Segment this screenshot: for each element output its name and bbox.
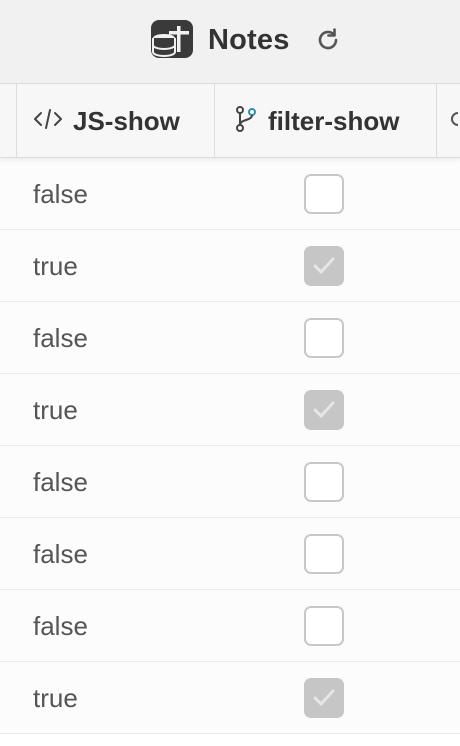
table-row[interactable]: true xyxy=(0,662,460,734)
table-header: JS-show filter-show xyxy=(0,84,460,158)
top-bar: Notes xyxy=(0,0,460,84)
refresh-icon[interactable] xyxy=(314,26,342,54)
title-group: Notes xyxy=(150,18,342,62)
git-branch-icon xyxy=(234,105,258,138)
js-show-cell[interactable]: false xyxy=(33,158,88,230)
js-show-cell[interactable]: true xyxy=(33,230,78,302)
filter-show-checkbox[interactable] xyxy=(304,606,344,646)
table-row[interactable]: true xyxy=(0,230,460,302)
column-header-label: filter-show xyxy=(268,105,400,136)
js-show-cell[interactable]: false xyxy=(33,446,88,518)
table-row[interactable]: false xyxy=(0,590,460,662)
filter-show-checkbox[interactable] xyxy=(304,678,344,718)
table-row[interactable]: false xyxy=(0,518,460,590)
database-plus-icon xyxy=(150,18,194,62)
table-row[interactable]: false xyxy=(0,446,460,518)
column-divider[interactable] xyxy=(16,84,17,158)
table-row[interactable]: false xyxy=(0,302,460,374)
table-body: false true false true false false false … xyxy=(0,158,460,734)
checkmark-icon xyxy=(313,401,335,418)
column-header-next[interactable] xyxy=(448,84,460,158)
page-title: Notes xyxy=(208,23,290,56)
js-show-cell[interactable]: false xyxy=(33,590,88,662)
filter-show-checkbox[interactable] xyxy=(304,174,344,214)
filter-show-checkbox[interactable] xyxy=(304,390,344,430)
filter-show-checkbox[interactable] xyxy=(304,534,344,574)
column-divider[interactable] xyxy=(436,84,437,158)
checkmark-icon xyxy=(313,257,335,274)
column-header-filter-show[interactable]: filter-show xyxy=(234,84,436,158)
filter-show-checkbox[interactable] xyxy=(304,246,344,286)
code-icon xyxy=(33,108,63,135)
partial-column-icon xyxy=(448,109,460,134)
js-show-cell[interactable]: true xyxy=(33,374,78,446)
js-show-cell[interactable]: true xyxy=(33,662,78,734)
column-divider[interactable] xyxy=(214,84,215,158)
table-row[interactable]: false xyxy=(0,158,460,230)
table-row[interactable]: true xyxy=(0,374,460,446)
js-show-cell[interactable]: false xyxy=(33,302,88,374)
column-header-label: JS-show xyxy=(73,105,180,136)
checkmark-icon xyxy=(313,689,335,706)
filter-show-checkbox[interactable] xyxy=(304,318,344,358)
js-show-cell[interactable]: false xyxy=(33,518,88,590)
column-header-js-show[interactable]: JS-show xyxy=(33,84,214,158)
filter-show-checkbox[interactable] xyxy=(304,462,344,502)
